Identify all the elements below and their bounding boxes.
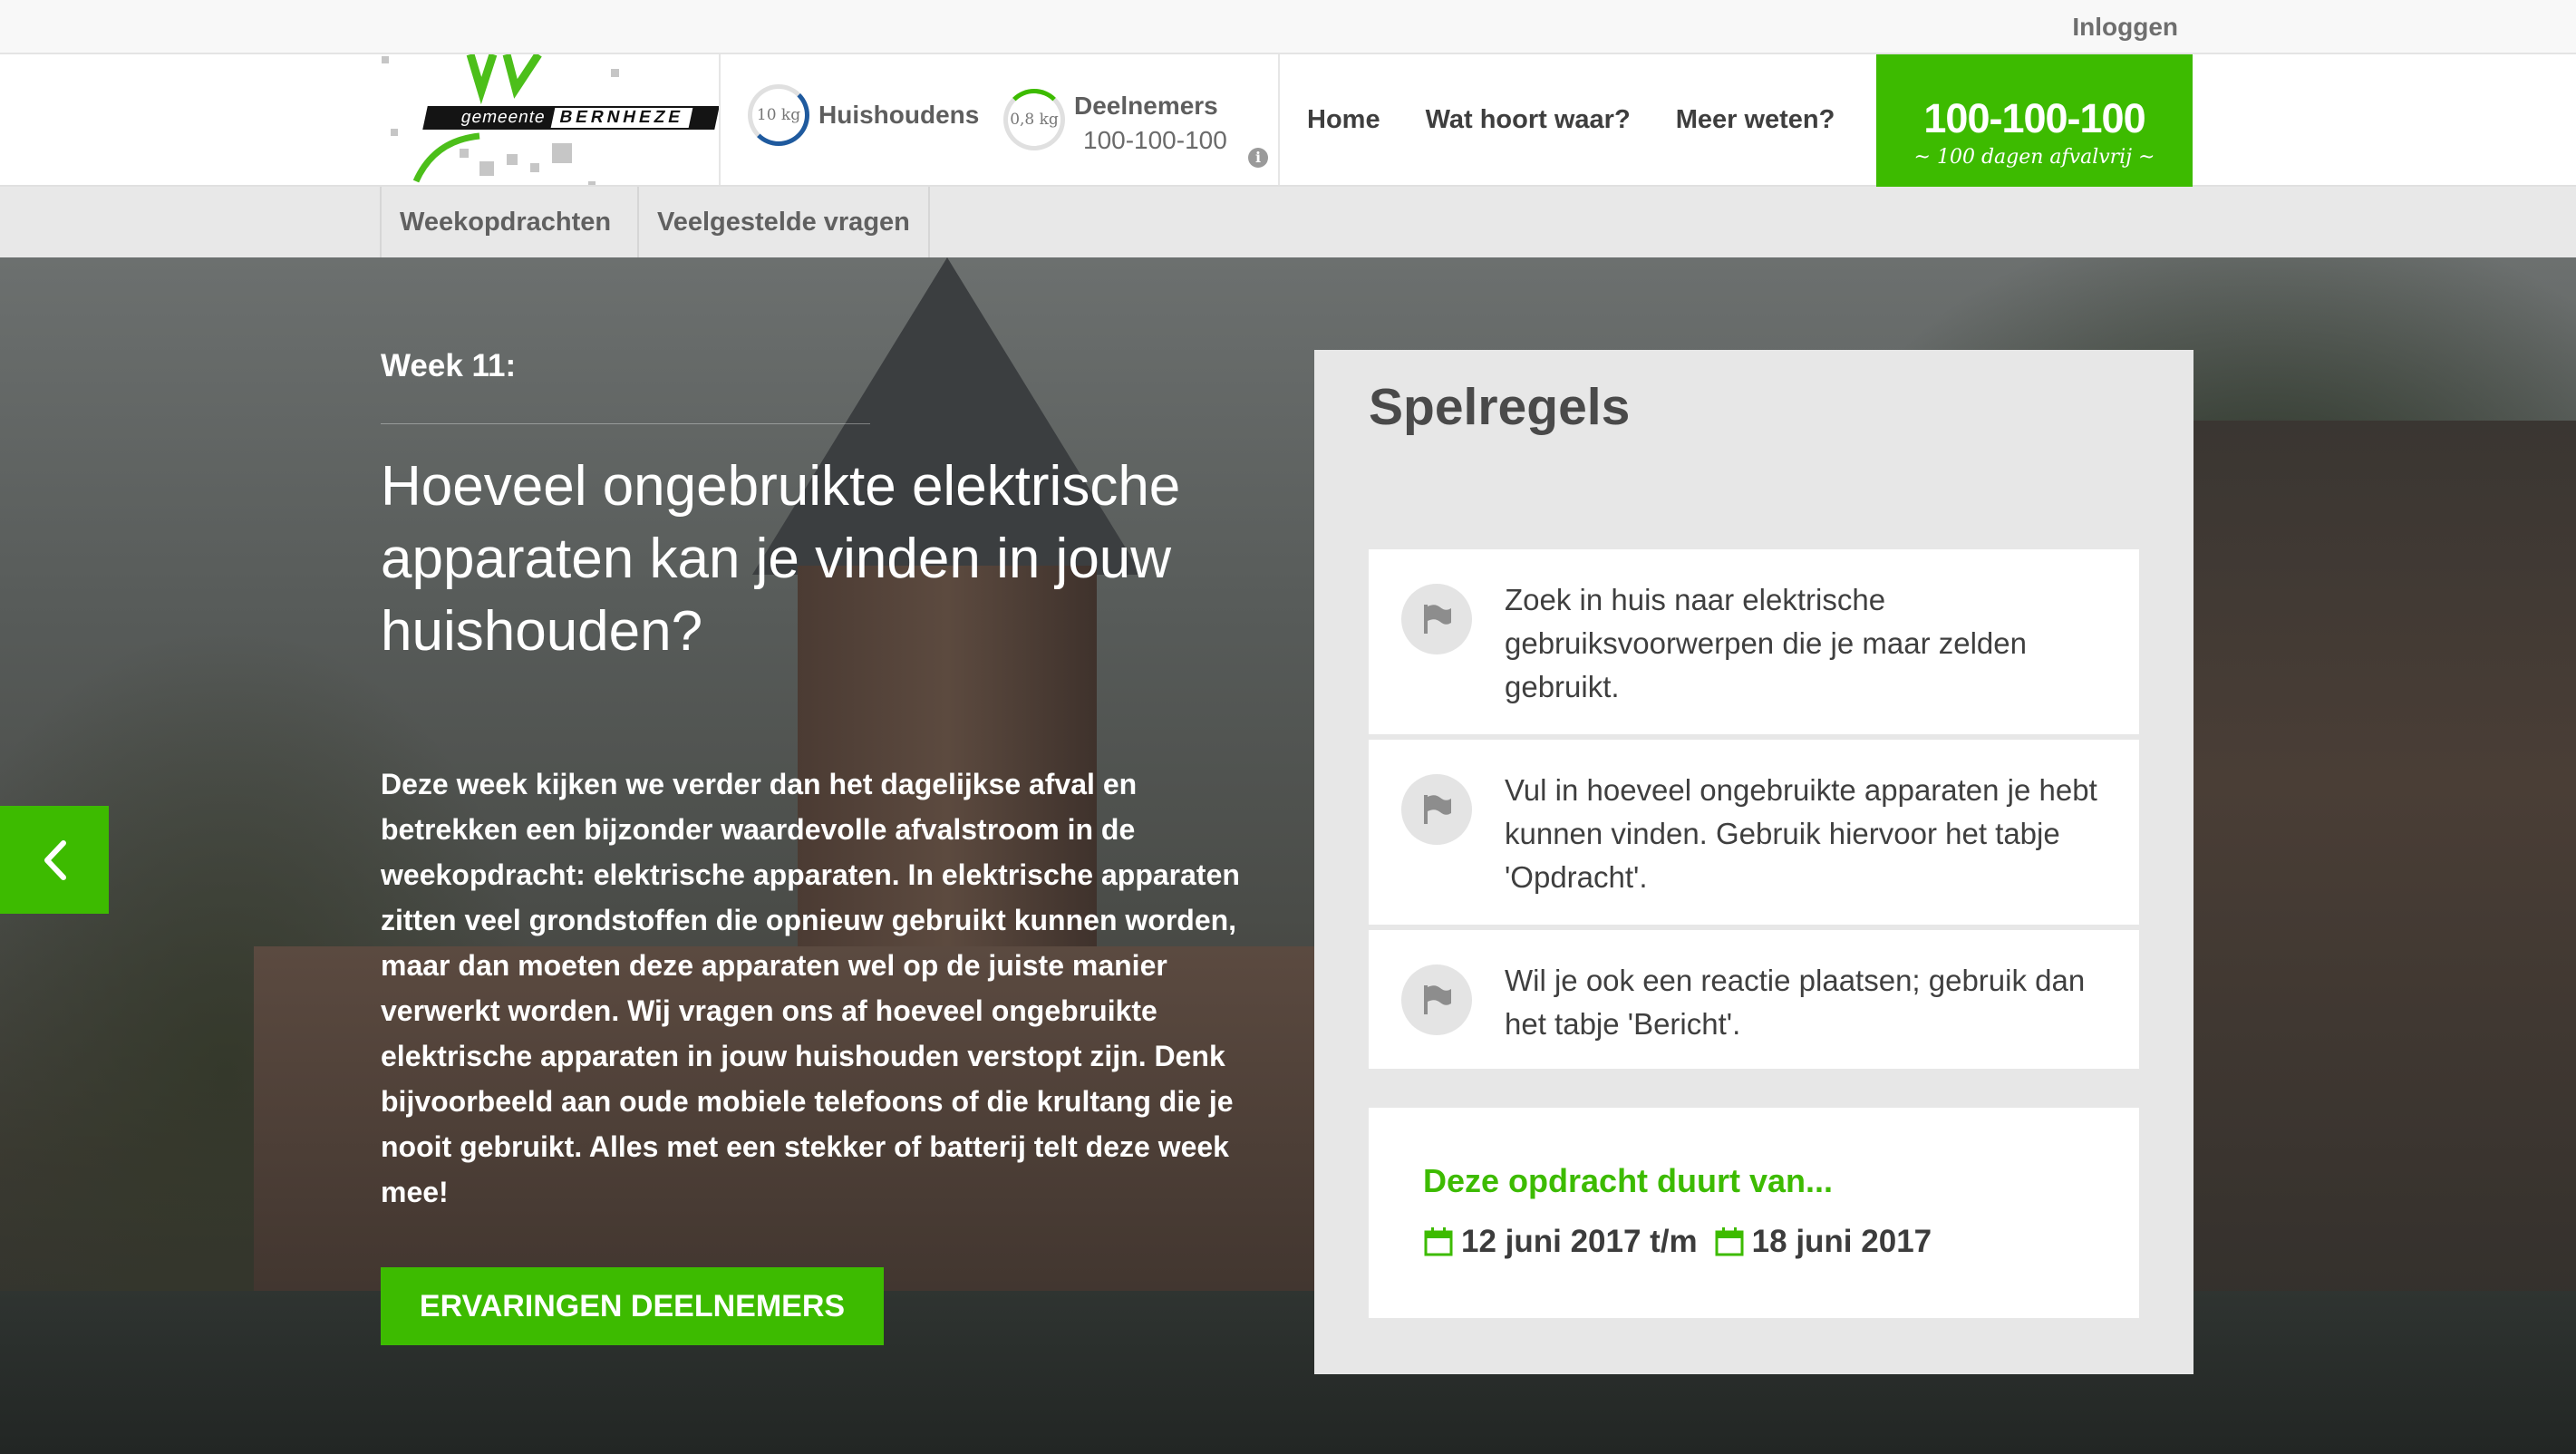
rule-item: Vul in hoeveel ongebruikte apparaten je …: [1369, 740, 2139, 925]
main-nav: Home Wat hoort waar? Meer weten?: [1307, 54, 1880, 185]
participants-progress-ring: 0,8 kg: [1003, 89, 1065, 150]
participants-sub: 100-100-100: [1083, 126, 1227, 154]
duration-box: Deze opdracht duurt van... 12 juni 2017 …: [1369, 1108, 2139, 1318]
calendar-icon: [1424, 1227, 1453, 1256]
top-bar: Inloggen: [0, 0, 2576, 54]
stat-households[interactable]: 10 kg Huishoudens: [748, 84, 979, 146]
flourish-left-icon: ~: [1913, 146, 1931, 169]
brand-tagline: ~ 100 dagen afvalvrij ~: [1876, 146, 2193, 169]
stat-participants[interactable]: 0,8 kg Deelnemers 100-100-100: [1003, 84, 1227, 155]
stats-bar: 10 kg Huishoudens 0,8 kg Deelnemers 100-…: [721, 54, 1280, 185]
nav-home[interactable]: Home: [1307, 105, 1380, 135]
info-icon[interactable]: i: [1248, 148, 1268, 168]
brand-tagline-text: 100 dagen afvalvrij: [1936, 146, 2133, 169]
week-label: Week 11:: [381, 348, 517, 383]
municipality-logo[interactable]: gemeente BERNHEZE: [380, 54, 721, 185]
logo-text-bernheze: BERNHEZE: [550, 108, 693, 128]
login-link[interactable]: Inloggen: [2072, 13, 2178, 42]
calendar-icon: [1715, 1227, 1744, 1256]
chevron-left-icon: [44, 839, 66, 880]
hero-section: Week 11: Hoeveel ongebruikte elektrische…: [0, 257, 2576, 1454]
tab-weekopdrachten[interactable]: Weekopdrachten: [380, 187, 629, 257]
rule-item: Zoek in huis naar elektrische gebruiksvo…: [1369, 549, 2139, 734]
title-divider: [381, 423, 870, 424]
rule-text: Vul in hoeveel ongebruikte apparaten je …: [1505, 773, 2097, 894]
duration-heading: Deze opdracht duurt van...: [1423, 1162, 1834, 1199]
rule-text: Zoek in huis naar elektrische gebruiksvo…: [1505, 583, 2027, 703]
flag-icon: [1401, 774, 1472, 845]
rule-item: Wil je ook een reactie plaatsen; gebruik…: [1369, 930, 2139, 1069]
logo-wordmark: gemeente BERNHEZE: [422, 106, 719, 130]
flag-icon: [1401, 584, 1472, 654]
participant-experiences-button[interactable]: ERVARINGEN DEELNEMERS: [381, 1267, 884, 1345]
rule-text: Wil je ook een reactie plaatsen; gebruik…: [1505, 964, 2086, 1041]
sub-nav: Weekopdrachten Veelgestelde vragen: [0, 187, 2576, 257]
participants-label: Deelnemers 100-100-100: [1074, 92, 1227, 155]
assignment-description: Deze week kijken we verder dan het dagel…: [381, 768, 1240, 1208]
nav-wat-hoort-waar[interactable]: Wat hoort waar?: [1426, 105, 1631, 135]
flourish-right-icon: ~: [2138, 146, 2155, 169]
brand-title: 100-100-100: [1923, 95, 2145, 141]
nav-meer-weten[interactable]: Meer weten?: [1676, 105, 1835, 135]
assignment-title: Hoeveel ongebruikte elektrische apparate…: [381, 455, 1181, 663]
rules-title: Spelregels: [1369, 378, 1631, 436]
end-date: 18 juni 2017: [1751, 1224, 1932, 1259]
flag-icon: [1401, 964, 1472, 1035]
households-progress-ring: 10 kg: [748, 84, 809, 146]
duration-dates: 12 juni 2017 t/m 18 juni 2017: [1423, 1224, 1932, 1260]
participants-title: Deelnemers: [1074, 92, 1218, 120]
start-date: 12 juni 2017 t/m: [1461, 1224, 1698, 1259]
logo-text-gemeente: gemeente: [459, 108, 547, 127]
participants-ring-value: 0,8 kg: [1010, 111, 1059, 129]
households-ring-value: 10 kg: [756, 106, 801, 124]
previous-week-button[interactable]: [0, 806, 109, 914]
right-castle-shape: [2157, 421, 2576, 1327]
rules-panel: Spelregels Zoek in huis naar elektrische…: [1314, 350, 2193, 1374]
tab-veelgestelde-vragen[interactable]: Veelgestelde vragen: [637, 187, 930, 257]
households-label: Huishoudens: [818, 101, 980, 129]
